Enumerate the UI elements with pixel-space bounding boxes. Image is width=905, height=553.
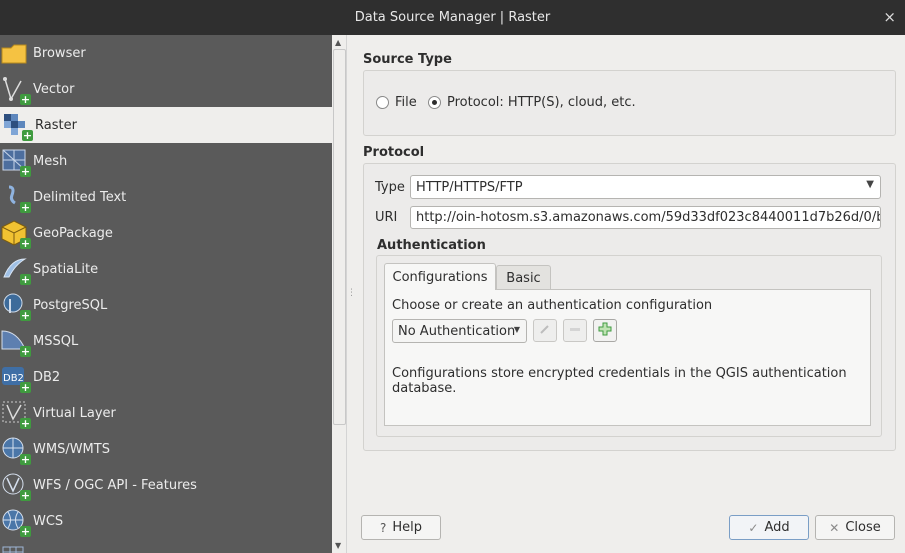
source-type-title: Source Type	[363, 52, 452, 67]
sidebar-item-spatialite[interactable]: + SpatiaLite	[0, 251, 332, 287]
tab-configurations-label: Configurations	[392, 269, 488, 285]
auth-info-text: Configurations store encrypted credentia…	[392, 366, 847, 396]
postgresql-icon: +	[1, 291, 31, 321]
sidebar-item-browser[interactable]: Browser	[0, 35, 332, 71]
file-radio-circle	[376, 96, 389, 109]
tab-configurations[interactable]: Configurations	[384, 263, 496, 290]
mesh-icon: +	[1, 147, 31, 177]
virtual-layer-icon: +	[1, 399, 31, 429]
sidebar-item-label: Mesh	[33, 153, 68, 169]
sidebar-item-label: GeoPackage	[33, 225, 113, 241]
geopackage-icon: +	[1, 219, 31, 249]
auth-config-select-value: No Authentication	[398, 323, 516, 339]
check-icon: ✓	[748, 520, 759, 535]
pencil-icon	[539, 323, 551, 339]
sidebar-item-label: Delimited Text	[33, 189, 127, 205]
sidebar-item-delimited-text[interactable]: + Delimited Text	[0, 179, 332, 215]
protocol-title: Protocol	[363, 145, 425, 160]
window-title: Data Source Manager | Raster	[354, 10, 551, 25]
sidebar-item-label: Raster	[35, 117, 77, 133]
sidebar-item-label: WFS / OGC API - Features	[33, 477, 197, 493]
sidebar-item-label: MSSQL	[33, 333, 79, 349]
add-config-button[interactable]	[593, 319, 617, 342]
wcs-icon: +	[1, 507, 31, 537]
question-icon: ?	[379, 520, 387, 535]
sidebar-item-mssql[interactable]: + MSSQL	[0, 323, 332, 359]
type-label: Type	[375, 180, 405, 195]
sidebar-item-virtual-layer[interactable]: + Virtual Layer	[0, 395, 332, 431]
raster-icon: +	[3, 111, 33, 141]
spatialite-icon: +	[1, 255, 31, 285]
file-radio-label: File	[395, 95, 417, 110]
sidebar-item-mesh[interactable]: + Mesh	[0, 143, 332, 179]
sidebar-item-db2[interactable]: DB2 + DB2	[0, 359, 332, 395]
edit-config-button[interactable]	[533, 319, 557, 342]
tab-basic[interactable]: Basic	[496, 265, 551, 291]
sidebar-item-wfs[interactable]: + WFS / OGC API - Features	[0, 467, 332, 503]
sidebar-item-wcs[interactable]: + WCS	[0, 503, 332, 539]
sidebar-item-more[interactable]	[0, 539, 332, 553]
sidebar-item-label: WCS	[33, 513, 64, 529]
sidebar-item-vector[interactable]: + Vector	[0, 71, 332, 107]
close-button[interactable]: ✕ Close	[815, 515, 895, 540]
remove-config-button[interactable]	[563, 319, 587, 342]
sidebar-scrollbar[interactable]: ▲ ▼	[332, 35, 347, 553]
scroll-down-icon[interactable]: ▼	[335, 541, 341, 550]
db2-icon: DB2 +	[1, 363, 31, 393]
auth-prompt: Choose or create an authentication confi…	[392, 298, 713, 313]
chevron-down-icon: ▼	[866, 179, 874, 190]
sidebar-item-label: Virtual Layer	[33, 405, 116, 421]
mssql-icon: +	[1, 327, 31, 357]
grid-icon	[1, 543, 29, 553]
sidebar-item-wms-wmts[interactable]: + WMS/WMTS	[0, 431, 332, 467]
uri-label: URI	[375, 210, 398, 225]
scroll-up-icon[interactable]: ▲	[335, 38, 341, 47]
uri-input-value: http://oin-hotosm.s3.amazonaws.com/59d33…	[416, 210, 880, 225]
chevron-down-icon: ▼	[513, 325, 520, 334]
type-select-value: HTTP/HTTPS/FTP	[416, 179, 523, 195]
sidebar-item-label: WMS/WMTS	[33, 441, 110, 457]
type-select[interactable]: HTTP/HTTPS/FTP ▼	[410, 175, 881, 199]
protocol-radio-circle	[428, 96, 441, 109]
protocol-radio[interactable]: Protocol: HTTP(S), cloud, etc.	[428, 95, 636, 110]
tab-basic-label: Basic	[506, 271, 541, 286]
close-x-icon: ✕	[829, 520, 840, 535]
wms-icon: +	[1, 435, 31, 465]
scrollbar-thumb[interactable]	[333, 49, 346, 425]
protocol-radio-label: Protocol: HTTP(S), cloud, etc.	[447, 95, 636, 110]
sidebar-item-label: DB2	[33, 369, 61, 385]
sidebar-item-label: Vector	[33, 81, 75, 97]
close-window-icon[interactable]: ×	[883, 8, 896, 26]
help-button[interactable]: ? Help	[361, 515, 441, 540]
add-button-label: Add	[764, 520, 790, 535]
minus-icon	[569, 323, 581, 339]
window-titlebar: Data Source Manager | Raster ×	[0, 0, 905, 35]
authentication-title: Authentication	[377, 238, 486, 253]
folder-icon	[1, 39, 29, 67]
sidebar-item-label: Browser	[33, 45, 86, 61]
add-button[interactable]: ✓ Add	[729, 515, 809, 540]
sidebar: Browser + Vector + Raster + Mesh + Delim…	[0, 35, 332, 553]
auth-config-select[interactable]: No Authentication ▼	[392, 319, 527, 343]
file-radio[interactable]: File	[376, 95, 417, 110]
close-button-label: Close	[845, 520, 881, 535]
help-button-label: Help	[392, 520, 422, 535]
sidebar-item-raster[interactable]: + Raster	[0, 107, 332, 143]
sidebar-item-geopackage[interactable]: + GeoPackage	[0, 215, 332, 251]
sidebar-item-postgresql[interactable]: + PostgreSQL	[0, 287, 332, 323]
vector-icon: +	[1, 75, 31, 105]
wfs-icon: +	[1, 471, 31, 501]
sidebar-item-label: SpatiaLite	[33, 261, 99, 277]
uri-input[interactable]: http://oin-hotosm.s3.amazonaws.com/59d33…	[410, 206, 881, 229]
add-green-icon	[598, 322, 612, 340]
delimited-text-icon: +	[1, 183, 31, 213]
source-type-group: File Protocol: HTTP(S), cloud, etc.	[363, 70, 896, 136]
sidebar-item-label: PostgreSQL	[33, 297, 108, 313]
splitter-handle[interactable]: ⋮	[347, 288, 356, 298]
